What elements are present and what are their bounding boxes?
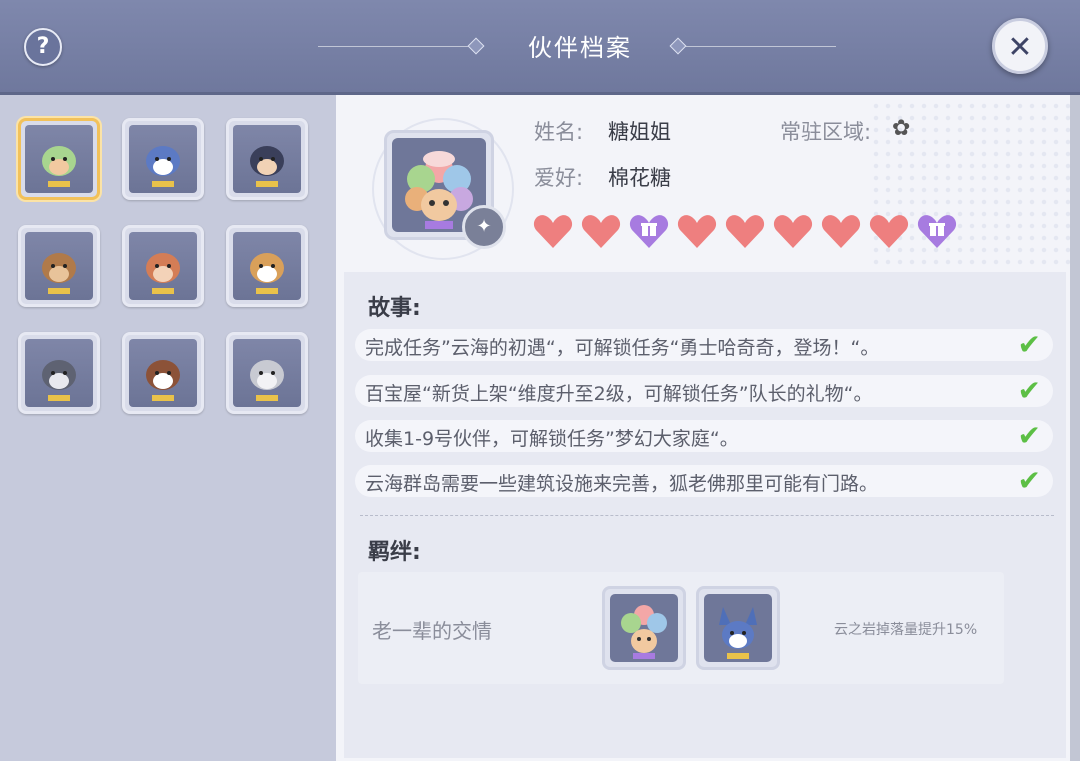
- fox-hat-avatar-icon: [146, 253, 180, 294]
- bond-companion-slot[interactable]: [696, 586, 780, 670]
- hobby-label: 爱好:: [534, 166, 584, 190]
- story-item-text: 收集1-9号伙伴，可解锁任务”梦幻大家庭“。: [365, 428, 739, 450]
- heart-icon: [869, 215, 909, 248]
- name-value: 糖姐姐: [608, 120, 671, 144]
- companion-slot-corgi[interactable]: [226, 225, 308, 307]
- level-badge-icon: ✦: [462, 205, 506, 249]
- name-label: 姓名:: [534, 120, 584, 144]
- checkmark-icon: ✔: [1017, 328, 1041, 361]
- close-button[interactable]: ✕: [992, 18, 1048, 74]
- panel-edge: [1070, 95, 1080, 761]
- title-divider-right: [686, 46, 836, 47]
- checkmark-icon: ✔: [1017, 419, 1041, 452]
- companion-slot-fox-hat[interactable]: [122, 225, 204, 307]
- story-title: 故事:: [368, 296, 421, 321]
- companion-slot-grey-cat[interactable]: [226, 332, 308, 414]
- corgi-avatar-icon: [250, 253, 284, 294]
- grey-goat-avatar-icon: [42, 360, 76, 401]
- wolf-avatar-icon: [719, 607, 757, 659]
- sheep-fluffy-hair-avatar-icon: [42, 146, 76, 187]
- story-item: 云海群岛需要一些建筑设施来完善，狐老佛那里可能有门路。 ✔: [355, 465, 1053, 497]
- bond-name: 老一辈的交情: [372, 619, 492, 643]
- heart-icon: [725, 215, 765, 248]
- bond-companion-slot[interactable]: [602, 586, 686, 670]
- page-title: 伙伴档案: [528, 34, 632, 62]
- heart-icon: [581, 215, 621, 248]
- grey-cat-avatar-icon: [250, 360, 284, 401]
- companion-slot-monkey-cap[interactable]: [226, 118, 308, 200]
- story-item: 收集1-9号伙伴，可解锁任务”梦幻大家庭“。 ✔: [355, 420, 1053, 452]
- sheep-avatar-icon: [621, 605, 667, 659]
- heart-icon: [533, 215, 573, 248]
- heart-icon: [821, 215, 861, 248]
- monkey-cap-avatar-icon: [250, 146, 284, 187]
- companion-slot-deer[interactable]: [18, 225, 100, 307]
- title-divider-left: [318, 46, 468, 47]
- blue-wolf-avatar-icon: [146, 146, 180, 187]
- brown-fox-avatar-icon: [146, 360, 180, 401]
- story-item-text: 百宝屋“新货上架“维度升至2级，可解锁任务”队长的礼物“。: [365, 383, 873, 405]
- story-item-text: 云海群岛需要一些建筑设施来完善，狐老佛那里可能有门路。: [365, 473, 879, 495]
- heart-icon: [677, 215, 717, 248]
- companion-slot-sheep-fluffy-hair[interactable]: [18, 118, 100, 200]
- hobby-value: 棉花糖: [608, 166, 671, 190]
- companion-slot-grey-goat[interactable]: [18, 332, 100, 414]
- section-divider: [360, 515, 1054, 516]
- story-item-text: 完成任务”云海的初遇“，可解锁任务“勇士哈奇奇，登场！“。: [365, 337, 880, 359]
- checkmark-icon: ✔: [1017, 464, 1041, 497]
- story-item: 百宝屋“新货上架“维度升至2级，可解锁任务”队长的礼物“。 ✔: [355, 375, 1053, 407]
- bond-effect: 云之岩掉落量提升15%: [834, 622, 978, 638]
- bond-title: 羁绊:: [368, 540, 421, 565]
- gift-heart-icon: [629, 215, 669, 248]
- help-button[interactable]: ?: [24, 28, 62, 66]
- companion-slot-brown-fox[interactable]: [122, 332, 204, 414]
- heart-icon: [773, 215, 813, 248]
- story-item: 完成任务”云海的初遇“，可解锁任务“勇士哈奇奇，登场！“。 ✔: [355, 329, 1053, 361]
- deer-avatar-icon: [42, 253, 76, 294]
- checkmark-icon: ✔: [1017, 374, 1041, 407]
- gift-heart-icon: [917, 215, 957, 248]
- butterfly-icon: ✿: [892, 116, 911, 141]
- companion-slot-blue-wolf[interactable]: [122, 118, 204, 200]
- region-label: 常驻区域:: [780, 120, 872, 144]
